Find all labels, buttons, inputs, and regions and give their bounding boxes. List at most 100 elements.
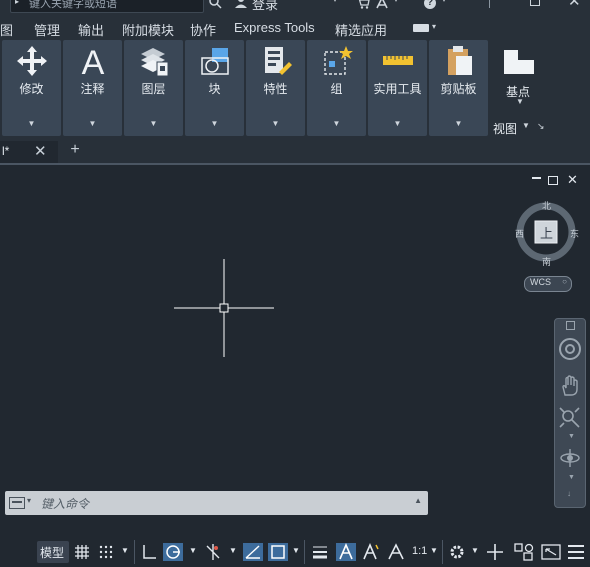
- isolate-objects-icon[interactable]: [514, 543, 534, 561]
- ribbon-toggle-button[interactable]: [413, 24, 429, 32]
- chevron-down-icon[interactable]: ▼: [2, 119, 61, 128]
- new-tab-button[interactable]: +: [66, 141, 84, 161]
- command-input[interactable]: 键入命令: [41, 495, 89, 512]
- annotation-autoscale-icon[interactable]: [362, 543, 380, 561]
- document-tab-strip: [0, 137, 590, 165]
- compass-south[interactable]: 南: [542, 255, 551, 268]
- search-input[interactable]: ▸ 键入关键字或短语: [10, 0, 204, 13]
- isodraft-icon[interactable]: [204, 543, 222, 561]
- lineweight-icon[interactable]: [312, 544, 328, 560]
- share-icon[interactable]: [375, 0, 389, 9]
- menu-item-addins[interactable]: 附加模块: [122, 20, 174, 39]
- ribbon-panel-modify[interactable]: 修改 ▼: [2, 40, 61, 136]
- compass-west[interactable]: 西: [515, 227, 524, 240]
- compass-north[interactable]: 北: [542, 199, 551, 212]
- chevron-down-icon[interactable]: ▼: [429, 119, 488, 128]
- share-dropdown-icon[interactable]: ▾: [394, 0, 398, 4]
- workspace-dropdown-icon[interactable]: ▼: [471, 546, 479, 555]
- ribbon-toggle-dropdown-icon[interactable]: ▾: [432, 22, 436, 31]
- menu-item-express-tools[interactable]: Express Tools: [234, 20, 315, 35]
- isodraft-dropdown-icon[interactable]: ▼: [229, 546, 237, 555]
- search-icon[interactable]: [208, 0, 222, 9]
- chevron-down-icon[interactable]: ▼: [522, 121, 530, 130]
- chevron-down-icon[interactable]: ▼: [246, 119, 305, 128]
- search-expand-icon[interactable]: ▸: [15, 0, 19, 6]
- status-divider: [304, 540, 305, 564]
- menu-item-collaborate[interactable]: 协作: [190, 20, 216, 39]
- chevron-down-icon[interactable]: ▼: [307, 119, 366, 128]
- view-panel-label[interactable]: 视图: [493, 120, 517, 137]
- viewport-close-button[interactable]: ✕: [567, 172, 578, 188]
- plus-crosshair-icon[interactable]: [486, 543, 504, 561]
- ribbon-panel-annotation[interactable]: A 注释 ▼: [63, 40, 122, 136]
- command-window-icon[interactable]: [9, 497, 25, 509]
- annotation-visibility-icon[interactable]: [336, 543, 356, 561]
- maximize-button[interactable]: [530, 0, 540, 6]
- viewport-restore-button[interactable]: [548, 176, 558, 185]
- minimize-button[interactable]: [489, 0, 490, 8]
- text-A-icon: A: [81, 44, 104, 78]
- menu-item-manage[interactable]: 管理: [34, 20, 60, 39]
- chevron-down-icon[interactable]: ▼: [63, 119, 122, 128]
- snap-mode-icon[interactable]: [98, 544, 114, 560]
- help-dropdown-icon[interactable]: ▾: [442, 0, 446, 4]
- cart-icon[interactable]: [356, 0, 370, 9]
- viewcube-face-top[interactable]: 上: [540, 223, 553, 242]
- compass-east[interactable]: 东: [570, 227, 579, 240]
- menu-item-featured-apps[interactable]: 精选应用: [335, 20, 387, 39]
- snap-dropdown-icon[interactable]: ▼: [121, 546, 129, 555]
- ribbon-panel-properties[interactable]: 特性 ▼: [246, 40, 305, 136]
- chevron-down-icon[interactable]: ▼: [124, 119, 183, 128]
- login-label[interactable]: 登录: [252, 0, 278, 13]
- viewcube[interactable]: 北 南 东 西 上: [514, 199, 579, 267]
- chevron-down-icon[interactable]: ▼: [516, 97, 524, 106]
- menu-item-output[interactable]: 输出: [78, 20, 104, 39]
- orbit-icon[interactable]: [559, 447, 581, 469]
- ribbon-panel-label: 注释: [80, 82, 105, 96]
- scale-dropdown-icon[interactable]: ▼: [430, 546, 438, 555]
- polar-dropdown-icon[interactable]: ▼: [189, 546, 197, 555]
- ribbon-panel-label: 图层: [141, 82, 166, 96]
- ribbon-panel-block[interactable]: 块 ▼: [185, 40, 244, 136]
- ribbon-panel-utilities[interactable]: 实用工具 ▼: [368, 40, 427, 136]
- chevron-down-icon[interactable]: ▼: [368, 119, 427, 128]
- chevron-down-icon[interactable]: ▼: [185, 119, 244, 128]
- user-icon[interactable]: [234, 0, 248, 9]
- chevron-down-icon: ○: [562, 277, 567, 286]
- object-snap-tracking-icon[interactable]: [243, 543, 263, 561]
- login-dropdown-icon[interactable]: ▾: [333, 0, 337, 4]
- document-tab[interactable]: l* ✕: [0, 141, 58, 163]
- customize-menu-icon[interactable]: [567, 543, 585, 561]
- close-button[interactable]: ✕: [568, 0, 581, 10]
- orbit-dropdown-icon[interactable]: ▼: [568, 474, 575, 481]
- ribbon-panel-group[interactable]: 组 ▼: [307, 40, 366, 136]
- wcs-menu-button[interactable]: WCS ○: [524, 276, 572, 292]
- panel-launcher-icon[interactable]: ↘: [537, 121, 545, 132]
- viewport-minimize-button[interactable]: [532, 177, 541, 179]
- navbar-customize-icon[interactable]: ↓: [567, 489, 571, 498]
- ortho-icon[interactable]: [141, 544, 157, 560]
- ribbon-panel-clipboard[interactable]: 剪贴板 ▼: [429, 40, 488, 136]
- tab-divider: [0, 163, 590, 165]
- annotation-scale-icon[interactable]: [387, 543, 405, 561]
- annotation-scale-value[interactable]: 1:1: [412, 545, 427, 557]
- polar-tracking-icon[interactable]: [163, 543, 183, 561]
- zoom-dropdown-icon[interactable]: ▼: [568, 433, 575, 440]
- close-icon[interactable]: ✕: [34, 142, 47, 160]
- object-snap-icon[interactable]: [268, 543, 288, 561]
- command-history-dropdown-icon[interactable]: ▾: [27, 496, 31, 505]
- base-point-icon[interactable]: [502, 48, 536, 76]
- fullscreen-icon[interactable]: [541, 543, 561, 561]
- navbar-close-icon[interactable]: [566, 321, 575, 330]
- gear-icon[interactable]: [448, 543, 466, 561]
- command-line[interactable]: ▾ 键入命令 ▲: [5, 491, 428, 515]
- command-expand-icon[interactable]: ▲: [414, 496, 422, 505]
- model-space-button[interactable]: 模型: [37, 541, 69, 563]
- zoom-extents-icon[interactable]: [559, 407, 581, 429]
- steering-wheel-icon[interactable]: [558, 337, 582, 361]
- menu-item-view[interactable]: 图: [0, 20, 13, 39]
- ribbon-panel-layers[interactable]: 图层 ▼: [124, 40, 183, 136]
- object-snap-dropdown-icon[interactable]: ▼: [292, 546, 300, 555]
- pan-hand-icon[interactable]: [559, 375, 581, 397]
- grid-icon[interactable]: [74, 544, 90, 560]
